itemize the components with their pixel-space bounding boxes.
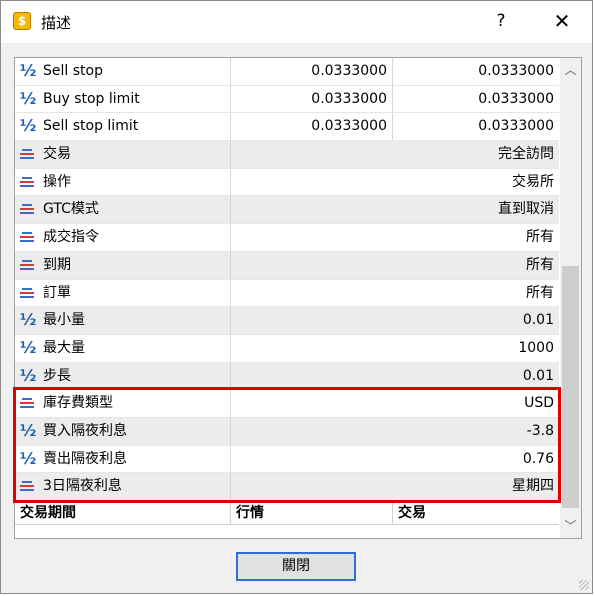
scroll-thumb[interactable] [562,266,579,508]
property-value: 0.0333000 [231,58,393,85]
property-value: 0.0333000 [231,85,393,113]
property-value: 完全訪問 [498,146,554,163]
property-row[interactable]: ½ Sell stop 0.0333000 0.0333000 [15,58,559,86]
property-name: Sell stop limit [15,113,231,141]
property-value: 0.0333000 [478,118,554,135]
vertical-scrollbar[interactable]: ︿ ﹀ [560,58,581,538]
window-title: 描述 [41,14,72,32]
resize-grip[interactable] [579,580,589,590]
property-row[interactable]: ½ Buy stop limit 0.0333000 0.0333000 [15,85,559,114]
property-row[interactable]: 訂單 所有 [15,279,559,308]
property-name: 訂單 [15,279,231,307]
property-value: 0.0333000 [478,63,554,79]
property-name: 買入隔夜利息 [15,417,231,445]
property-row[interactable]: 庫存費類型 USD [15,390,559,418]
property-name: GTC模式 [15,196,231,224]
quotes-column-header: 行情 [231,502,393,524]
properties-rows: ½ Sell stop 0.0333000 0.0333000 ½ Buy stop li… [15,58,559,525]
sessions-column-header: 交易期間 [15,502,231,524]
scroll-down-arrow-icon[interactable]: ﹀ [560,516,581,536]
property-name: 最大量 [15,334,231,362]
close-window-button[interactable]: ✕ [547,7,577,35]
property-row[interactable]: ½ Sell stop limit 0.0333000 0.0333000 [15,113,559,142]
property-name: 最小量 [15,307,231,334]
property-value: 0.0333000 [231,113,393,141]
property-row[interactable]: ½ 最小量 0.01 [15,307,559,335]
property-name: Buy stop limit [15,85,231,113]
property-value: 1000 [518,339,554,356]
property-row[interactable]: 交易 完全訪問 [15,141,559,169]
symbol-properties-dialog: $ 描述 ? ✕ ½ Sell stop 0.0333000 0.0333000 ½ Bu… [0,0,593,594]
property-name: 到期 [15,251,231,279]
property-row[interactable]: 操作 交易所 [15,168,559,197]
property-value: 0.0333000 [478,90,554,107]
property-name: 3日隔夜利息 [15,473,231,500]
property-row[interactable]: ½ 步長 0.01 [15,362,559,391]
dollar-coin-icon: $ [13,12,31,30]
property-name: 操作 [15,168,231,196]
sessions-header: 交易期間 行情 交易 [15,501,559,525]
property-value: -3.8 [526,422,554,439]
title-bar: $ 描述 ? ✕ [1,1,592,43]
property-value: 0.76 [522,450,554,467]
property-name: Sell stop [15,58,231,85]
property-value: 0.01 [522,367,554,384]
property-value: 直到取消 [498,201,554,218]
close-button[interactable]: 關閉 [236,552,356,581]
property-row[interactable]: ½ 最大量 1000 [15,334,559,363]
property-row[interactable]: 到期 所有 [15,251,559,280]
help-button[interactable]: ? [491,9,511,33]
scroll-up-arrow-icon[interactable]: ︿ [560,60,581,80]
property-row[interactable]: 成交指令 所有 [15,224,559,252]
property-name: 交易 [15,141,231,168]
property-value: 0.01 [522,312,554,329]
property-value: USD [524,395,554,412]
property-value: 所有 [526,256,554,273]
property-name: 庫存費類型 [15,390,231,417]
trade-column-header: 交易 [398,505,426,521]
property-value: 所有 [526,229,554,246]
property-value: 所有 [526,284,554,301]
property-value: 星期四 [512,478,554,495]
property-name: 成交指令 [15,224,231,251]
property-row[interactable]: 3日隔夜利息 星期四 [15,473,559,501]
properties-list[interactable]: ½ Sell stop 0.0333000 0.0333000 ½ Buy stop li… [14,57,582,539]
property-name: 步長 [15,362,231,390]
property-row[interactable]: ½ 買入隔夜利息 -3.8 [15,417,559,446]
property-value: 交易所 [512,173,554,190]
property-row[interactable]: GTC模式 直到取消 [15,196,559,225]
property-name: 賣出隔夜利息 [15,445,231,473]
property-row[interactable]: ½ 賣出隔夜利息 0.76 [15,445,559,474]
